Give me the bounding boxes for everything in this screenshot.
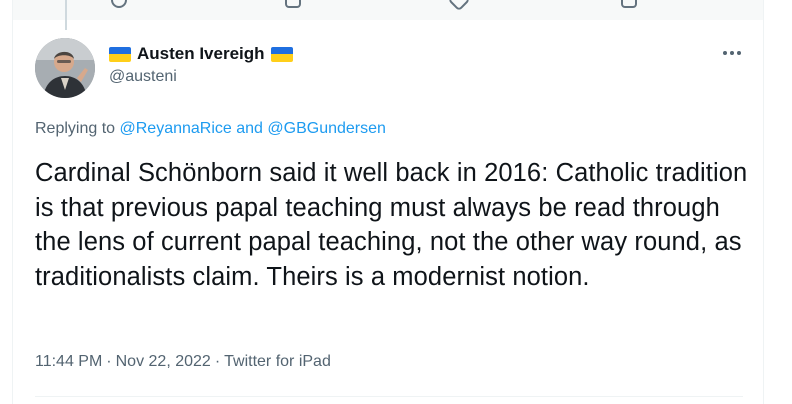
replying-prefix: Replying to [35,120,116,137]
tweet-card: Austen Ivereigh @austeni Replying to @Re… [12,0,764,404]
meta-separator: · [214,353,221,370]
tweet-time[interactable]: 11:44 PM [35,353,102,370]
author-name-row[interactable]: Austen Ivereigh [109,44,293,64]
avatar[interactable] [35,38,95,98]
tweet-metadata: 11:44 PM · Nov 22, 2022 · Twitter for iPad [35,353,331,371]
tweet-date[interactable]: Nov 22, 2022 [116,353,211,370]
tweet-source[interactable]: Twitter for iPad [224,353,331,370]
meta-separator: · [106,353,112,370]
reply-to-and-text[interactable]: and [236,120,263,137]
divider [35,396,743,397]
tweet-text: Cardinal Schönborn said it well back in … [35,159,748,291]
previous-tweet-action-bar [13,0,763,20]
reply-icon[interactable] [111,0,127,8]
reply-to-user-link[interactable]: @GBGundersen [267,120,386,137]
replying-to-line: Replying to @ReyannaRice and @GBGunderse… [35,120,386,138]
reply-to-user-link[interactable]: @ReyannaRice [120,120,232,137]
author-handle[interactable]: @austeni [109,68,177,86]
thread-connector-line [65,0,67,30]
like-icon[interactable] [447,0,471,12]
ukraine-flag-icon [109,46,131,62]
author-display-name[interactable]: Austen Ivereigh [137,44,265,64]
more-options-icon[interactable] [719,40,745,66]
share-icon[interactable] [621,0,637,8]
retweet-icon[interactable] [285,0,301,8]
ukraine-flag-icon [270,46,293,62]
avatar-photo [35,38,95,98]
